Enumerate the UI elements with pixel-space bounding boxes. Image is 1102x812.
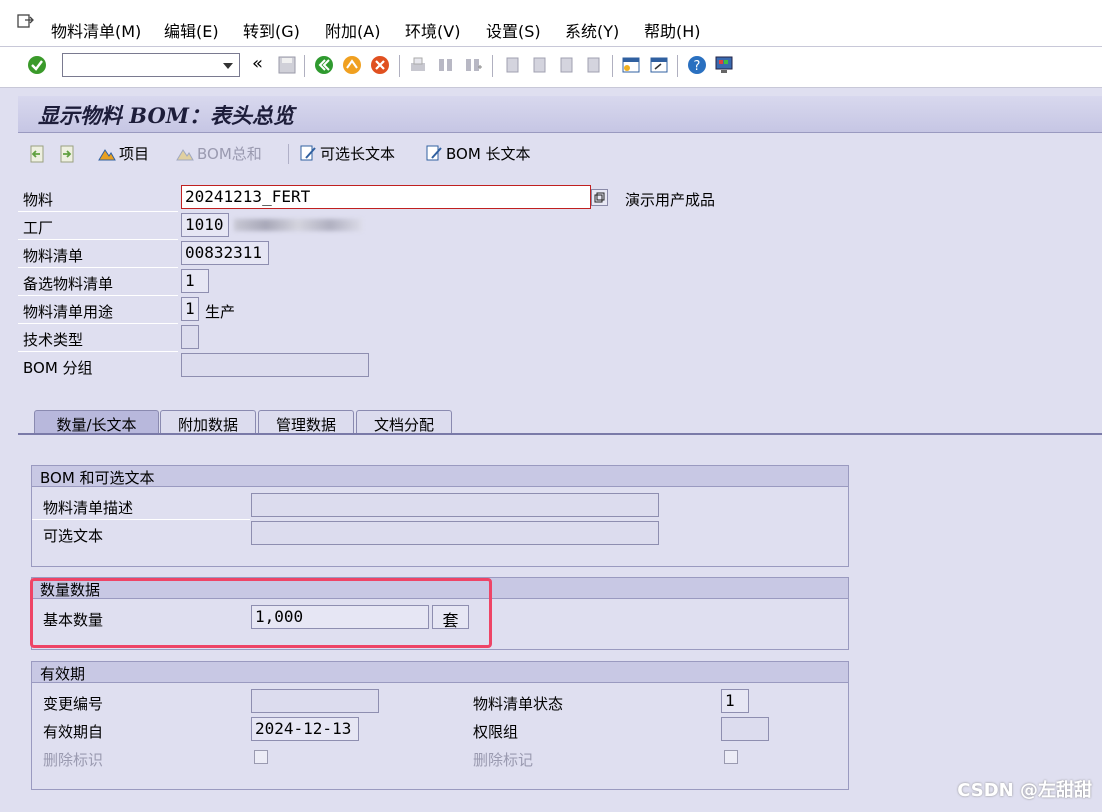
bom-sum-button[interactable]: BOM总和 xyxy=(176,143,262,165)
group-bom-text-title: BOM 和可选文本 xyxy=(32,466,848,487)
tab-additional-data[interactable]: 附加数据 xyxy=(160,410,256,434)
change-number-label: 变更编号 xyxy=(43,695,104,713)
find-icon[interactable] xyxy=(436,55,456,75)
edit-doc-icon xyxy=(426,145,442,161)
plant-field[interactable]: 1010 xyxy=(181,213,229,237)
find-next-icon[interactable] xyxy=(463,55,483,75)
last-page-icon[interactable] xyxy=(583,55,603,75)
print-icon[interactable] xyxy=(408,55,428,75)
help-icon[interactable]: ? xyxy=(687,55,707,75)
tech-type-label: 技术类型 xyxy=(23,331,84,349)
standard-toolbar: « ? xyxy=(0,47,1102,88)
mountain-icon xyxy=(176,149,194,161)
deletion-indicator-checkbox[interactable] xyxy=(724,750,738,764)
menu-goto[interactable]: 转到(G) xyxy=(243,18,300,42)
material-field[interactable]: 20241213_FERT xyxy=(181,185,591,209)
next-page-icon[interactable] xyxy=(556,55,576,75)
tab-quantity-longtext[interactable]: 数量/长文本 xyxy=(34,410,159,434)
exit-icon[interactable] xyxy=(342,55,362,75)
menu-bom[interactable]: 物料清单(M) xyxy=(51,18,141,42)
alt-bom-label: 备选物料清单 xyxy=(23,275,114,293)
previous-header-icon[interactable] xyxy=(28,144,46,164)
menu-extras[interactable]: 附加(A) xyxy=(325,18,380,42)
bom-usage-label: 物料清单用途 xyxy=(23,303,114,321)
menu-help[interactable]: 帮助(H) xyxy=(644,18,701,42)
bom-label: 物料清单 xyxy=(23,247,84,265)
deletion-flag-label: 删除标识 xyxy=(43,751,104,769)
bom-field[interactable]: 00832311 xyxy=(181,241,269,265)
blurred-plant-description xyxy=(234,219,362,231)
menu-bar: 物料清单(M) 编辑(E) 转到(G) 附加(A) 环境(V) 设置(S) 系统… xyxy=(0,0,1102,47)
alt-longtext-button[interactable]: 可选长文本 xyxy=(299,143,395,165)
svg-text:?: ? xyxy=(694,59,701,74)
bom-group-label: BOM 分组 xyxy=(23,359,93,377)
tab-admin-data[interactable]: 管理数据 xyxy=(258,410,354,434)
first-page-icon[interactable] xyxy=(502,55,522,75)
cancel-icon[interactable] xyxy=(370,55,390,75)
bom-status-field[interactable]: 1 xyxy=(721,689,749,713)
back-arrows-icon[interactable]: « xyxy=(252,53,272,74)
new-session-icon[interactable] xyxy=(621,55,641,75)
bom-description-label: 物料清单描述 xyxy=(43,499,134,517)
mountain-icon xyxy=(98,149,116,161)
bom-status-label: 物料清单状态 xyxy=(473,695,564,713)
valid-from-label: 有效期自 xyxy=(43,723,104,741)
bom-sum-label: BOM总和 xyxy=(197,145,262,163)
items-label: 项目 xyxy=(119,145,150,163)
alt-text-field[interactable] xyxy=(251,521,659,545)
menu-environment[interactable]: 环境(V) xyxy=(405,18,460,42)
menu-settings[interactable]: 设置(S) xyxy=(486,18,541,42)
bom-longtext-label: BOM 长文本 xyxy=(446,145,531,163)
command-field[interactable] xyxy=(62,53,240,77)
next-header-icon[interactable] xyxy=(58,144,76,164)
deletion-indicator-label: 删除标记 xyxy=(473,751,534,769)
auth-group-label: 权限组 xyxy=(473,723,519,741)
value-help-icon[interactable] xyxy=(591,189,608,206)
application-toolbar: 项目 BOM总和 可选长文本 BOM 长文本 xyxy=(18,134,1102,174)
auth-group-field[interactable] xyxy=(721,717,769,741)
menu-system[interactable]: 系统(Y) xyxy=(565,18,619,42)
shortcut-icon[interactable] xyxy=(649,55,669,75)
menu-toggle-icon[interactable] xyxy=(17,14,35,30)
bom-description-field[interactable] xyxy=(251,493,659,517)
group-validity-title: 有效期 xyxy=(32,662,848,683)
material-description: 演示用产成品 xyxy=(625,191,716,209)
alt-text-label: 可选文本 xyxy=(43,527,104,545)
menu-edit[interactable]: 编辑(E) xyxy=(164,18,219,42)
tech-type-field[interactable] xyxy=(181,325,199,349)
bom-longtext-button[interactable]: BOM 长文本 xyxy=(425,143,531,165)
bom-usage-description: 生产 xyxy=(205,303,236,321)
tab-document-assignment[interactable]: 文档分配 xyxy=(356,410,452,434)
bom-usage-field[interactable]: 1 xyxy=(181,297,199,321)
chevron-down-icon[interactable] xyxy=(223,63,233,69)
edit-doc-icon xyxy=(300,145,316,161)
alt-bom-field[interactable]: 1 xyxy=(181,269,209,293)
enter-check-icon[interactable] xyxy=(27,55,47,75)
save-icon[interactable] xyxy=(277,55,297,75)
red-highlight-box xyxy=(30,578,492,648)
material-label: 物料 xyxy=(23,191,54,209)
watermark: CSDN @左甜甜 xyxy=(957,780,1092,801)
change-number-field[interactable] xyxy=(251,689,379,713)
plant-label: 工厂 xyxy=(23,219,54,237)
page-title: 显示物料 BOM：表头总览 xyxy=(38,103,294,128)
valid-from-field[interactable]: 2024-12-13 xyxy=(251,717,359,741)
prev-page-icon[interactable] xyxy=(529,55,549,75)
alt-longtext-label: 可选长文本 xyxy=(320,145,396,163)
customize-layout-icon[interactable] xyxy=(714,55,734,75)
back-icon[interactable] xyxy=(314,55,334,75)
screen-title-bar: 显示物料 BOM：表头总览 xyxy=(18,96,1102,133)
items-button[interactable]: 项目 xyxy=(98,143,149,165)
deletion-flag-checkbox[interactable] xyxy=(254,750,268,764)
bom-group-field[interactable] xyxy=(181,353,369,377)
